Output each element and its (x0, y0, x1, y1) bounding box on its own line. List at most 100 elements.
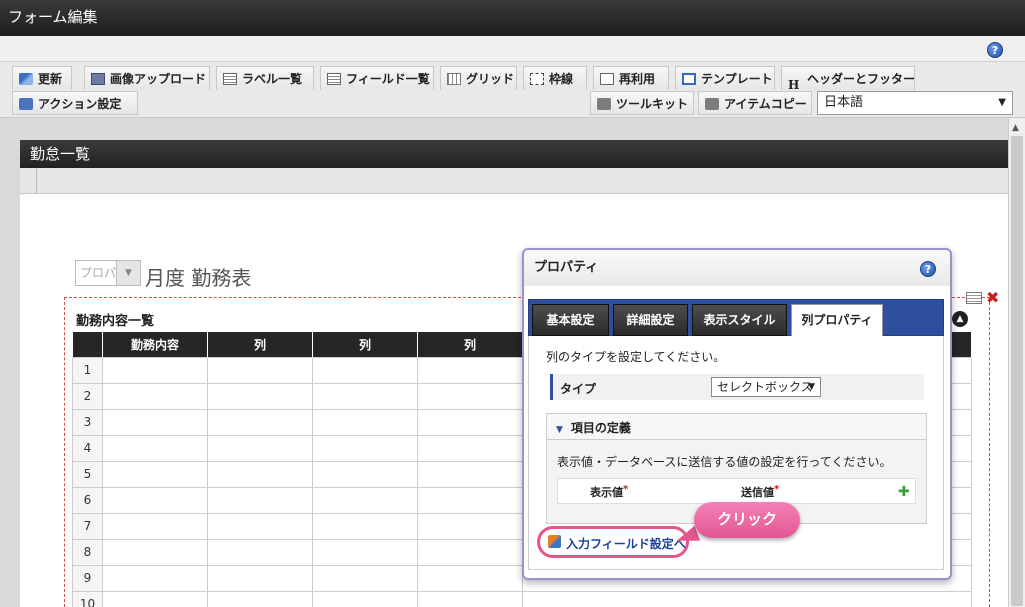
toolkit-button[interactable]: ツールキット (590, 91, 694, 115)
table-cell[interactable] (207, 486, 313, 514)
list-icon (223, 72, 237, 85)
refresh-icon (19, 72, 33, 85)
form-title: 勤怠一覧 (20, 140, 1008, 168)
chevron-down-icon: ▼ (556, 425, 563, 435)
table-cell[interactable] (207, 512, 313, 540)
table-cell[interactable] (417, 460, 523, 488)
list-icon (327, 72, 341, 85)
item-copy-button[interactable]: アイテムコピー (698, 91, 812, 115)
table-cell[interactable] (207, 408, 313, 436)
add-row-icon[interactable]: ✚ (898, 484, 910, 500)
border-button[interactable]: 枠線 (523, 66, 587, 90)
table-cell[interactable] (102, 564, 208, 592)
label-list-button[interactable]: ラベル一覧 (216, 66, 314, 90)
row-number: 2 (72, 382, 103, 410)
row-number: 10 (72, 590, 103, 607)
grid-button[interactable]: グリッド (440, 66, 517, 90)
table-cell[interactable] (207, 356, 313, 384)
tab-detail-settings[interactable]: 詳細設定 (613, 304, 688, 336)
table-cell[interactable] (417, 486, 523, 514)
table-cell[interactable] (207, 382, 313, 410)
scroll-up-icon[interactable]: ▲ (1012, 123, 1019, 133)
header-cell (72, 332, 103, 357)
table-cell[interactable] (312, 434, 418, 462)
header-cell: 列 (207, 332, 313, 357)
row-number: 6 (72, 486, 103, 514)
table-row: 10 (72, 590, 972, 607)
table-cell[interactable] (207, 434, 313, 462)
panel-description: 列のタイプを設定してください。 (546, 350, 726, 364)
table-cell[interactable] (102, 590, 208, 607)
table-cell[interactable] (102, 538, 208, 566)
grid-icon (447, 72, 461, 85)
field-list-button[interactable]: フィールド一覧 (320, 66, 434, 90)
update-button[interactable]: 更新 (12, 66, 72, 90)
table-cell[interactable] (312, 486, 418, 514)
table-cell[interactable] (207, 590, 313, 607)
table-cell[interactable] (417, 408, 523, 436)
table-cell[interactable] (312, 408, 418, 436)
scroll-top-icon[interactable]: ▲ (952, 311, 968, 327)
input-field-settings-link[interactable]: 入力フィールド設定へ (566, 535, 686, 552)
table-title: 勤務内容一覧 (76, 314, 155, 329)
section-title[interactable]: ▼ 項目の定義 (556, 419, 631, 436)
table-cell[interactable] (417, 434, 523, 462)
input-field-icon (548, 535, 561, 548)
table-cell[interactable] (417, 382, 523, 410)
table-cell[interactable] (417, 512, 523, 540)
vertical-scrollbar[interactable]: ▲ (1008, 118, 1025, 607)
table-cell[interactable] (417, 538, 523, 566)
table-cell[interactable] (312, 460, 418, 488)
table-cell[interactable] (312, 590, 418, 607)
table-cell[interactable] (102, 486, 208, 514)
help-icon[interactable]: ? (987, 42, 1003, 58)
table-cell[interactable] (207, 538, 313, 566)
action-settings-button[interactable]: アクション設定 (12, 91, 138, 115)
table-cell[interactable] (102, 356, 208, 384)
table-icon[interactable] (966, 292, 982, 304)
tab-basic-settings[interactable]: 基本設定 (532, 304, 609, 336)
table-cell[interactable] (522, 590, 972, 607)
language-select[interactable]: 日本語 ▼ (817, 91, 1013, 115)
table-cell[interactable] (312, 356, 418, 384)
template-button[interactable]: テンプレート (675, 66, 775, 90)
table-cell[interactable] (312, 512, 418, 540)
tab-column-properties[interactable]: 列プロパティ (791, 304, 883, 336)
table-cell[interactable] (417, 590, 523, 607)
type-label: タイプ (560, 382, 597, 396)
header-cell: 列 (417, 332, 523, 357)
table-cell[interactable] (312, 382, 418, 410)
chevron-down-icon[interactable]: ▼ (116, 261, 140, 285)
table-cell[interactable] (102, 460, 208, 488)
month-select[interactable]: プロパ ▼ (75, 260, 141, 286)
table-cell[interactable] (207, 460, 313, 488)
share-arrow-icon (19, 97, 33, 110)
panel-title[interactable]: プロパティ (524, 250, 950, 286)
table-cell[interactable] (102, 512, 208, 540)
table-cell[interactable] (102, 434, 208, 462)
reuse-button[interactable]: 再利用 (593, 66, 669, 90)
tab-display-style[interactable]: 表示スタイル (692, 304, 787, 336)
row-number: 4 (72, 434, 103, 462)
image-upload-button[interactable]: 画像アップロード (84, 66, 210, 90)
row-number: 1 (72, 356, 103, 384)
close-icon[interactable]: ✖ (986, 288, 999, 307)
chevron-down-icon: ▼ (808, 382, 815, 392)
table-cell[interactable] (207, 564, 313, 592)
table-cell[interactable] (312, 538, 418, 566)
type-select[interactable]: セレクトボックス ▼ (711, 377, 821, 397)
help-icon[interactable]: ? (920, 261, 936, 277)
toolbox-icon (705, 97, 719, 110)
scrollbar-thumb[interactable] (1011, 136, 1023, 606)
row-number: 7 (72, 512, 103, 540)
header-footer-button[interactable]: H ヘッダーとフッター (781, 66, 915, 92)
table-cell[interactable] (102, 382, 208, 410)
table-cell[interactable] (102, 408, 208, 436)
window-title: フォーム編集 (0, 0, 1025, 36)
table-cell[interactable] (417, 564, 523, 592)
header-cell: 列 (312, 332, 418, 357)
chevron-down-icon: ▼ (998, 97, 1006, 108)
table-cell[interactable] (417, 356, 523, 384)
table-cell[interactable] (312, 564, 418, 592)
display-value-header: 表示値* (590, 484, 629, 499)
